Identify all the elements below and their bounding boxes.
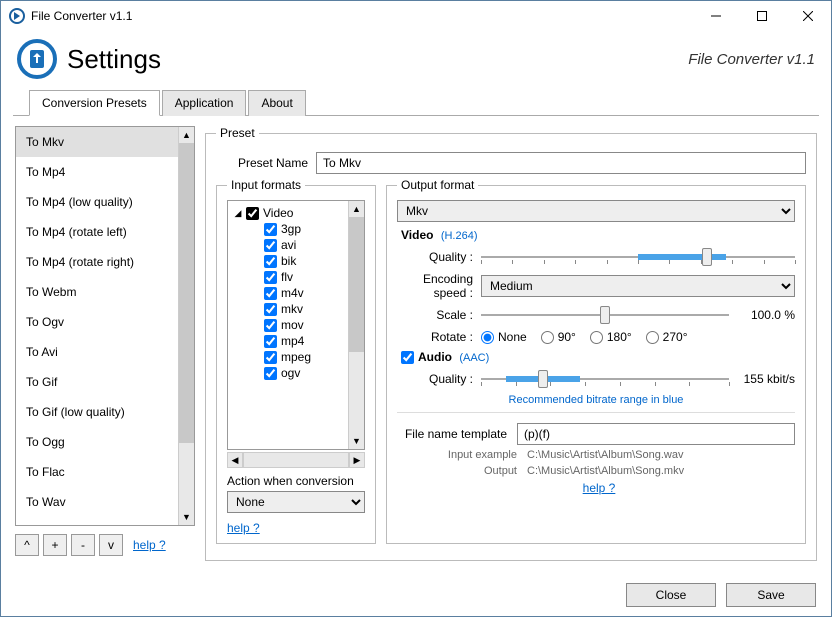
audio-quality-value: 155 kbit/s <box>735 372 795 386</box>
rotate-90[interactable]: 90° <box>541 330 576 344</box>
tab-application[interactable]: Application <box>162 90 247 116</box>
app-logo-icon <box>17 39 57 79</box>
input-formats-fieldset: Input formats ◢Video 3gp avi bik flv m4v… <box>216 178 376 544</box>
output-format-select[interactable]: Mkv <box>397 200 795 222</box>
filename-template-input[interactable] <box>517 423 795 445</box>
close-button[interactable] <box>785 1 831 31</box>
scale-slider[interactable] <box>481 304 729 326</box>
tree-item[interactable]: 3gp <box>232 221 360 237</box>
rotate-none[interactable]: None <box>481 330 527 344</box>
rotate-label: Rotate : <box>397 330 481 344</box>
tree-item[interactable]: avi <box>232 237 360 253</box>
scale-value: 100.0 % <box>735 308 795 322</box>
filename-template-label: File name template <box>397 427 517 441</box>
header: Settings File Converter v1.1 <box>1 31 831 89</box>
tab-conversion-presets[interactable]: Conversion Presets <box>29 90 160 116</box>
list-item[interactable]: To Mp3 <box>16 517 194 526</box>
preset-list[interactable]: To Mkv To Mp4 To Mp4 (low quality) To Mp… <box>15 126 195 526</box>
audio-quality-slider[interactable] <box>481 368 729 390</box>
list-item[interactable]: To Ogv <box>16 307 194 337</box>
collapse-icon[interactable]: ◢ <box>232 207 244 219</box>
encoding-speed-select[interactable]: Medium <box>481 275 795 297</box>
checkbox[interactable] <box>246 207 259 220</box>
tree-item[interactable]: mpeg <box>232 349 360 365</box>
audio-section-title: Audio <box>418 350 452 364</box>
video-codec-label: (H.264) <box>441 230 478 242</box>
list-item[interactable]: To Mp4 (rotate right) <box>16 247 194 277</box>
move-up-button[interactable]: ^ <box>15 534 39 556</box>
minimize-button[interactable] <box>693 1 739 31</box>
brand-label: File Converter v1.1 <box>161 51 815 68</box>
remove-button[interactable]: - <box>71 534 95 556</box>
list-item[interactable]: To Webm <box>16 277 194 307</box>
preset-list-scrollbar[interactable]: ▲▼ <box>178 127 194 525</box>
help-link[interactable]: help ? <box>227 521 260 535</box>
scale-label: Scale : <box>397 308 481 322</box>
video-section-title: Video <box>401 228 433 242</box>
rotate-radios: None 90° 180° 270° <box>481 330 795 344</box>
output-format-fieldset: Output format Mkv Video (H.264) Quality … <box>386 178 806 544</box>
move-down-button[interactable]: v <box>99 534 123 556</box>
list-item[interactable]: To Mkv <box>16 127 194 157</box>
page-title: Settings <box>67 44 161 75</box>
close-button[interactable]: Close <box>626 583 716 607</box>
input-example-label: Input example <box>397 449 527 461</box>
tree-item[interactable]: ogv <box>232 365 360 381</box>
footer: Close Save <box>0 573 832 617</box>
list-item[interactable]: To Avi <box>16 337 194 367</box>
tab-about[interactable]: About <box>248 90 305 116</box>
video-quality-label: Quality : <box>397 250 481 264</box>
recommended-note: Recommended bitrate range in blue <box>397 394 795 406</box>
action-select[interactable]: None <box>227 491 365 513</box>
tab-bar: Conversion Presets Application About <box>13 89 819 116</box>
app-icon <box>9 8 25 24</box>
save-button[interactable]: Save <box>726 583 816 607</box>
tree-item[interactable]: mp4 <box>232 333 360 349</box>
tree-item[interactable]: flv <box>232 269 360 285</box>
tree-hscrollbar[interactable]: ◀▶ <box>227 452 365 468</box>
list-item[interactable]: To Mp4 <box>16 157 194 187</box>
list-item[interactable]: To Mp4 (low quality) <box>16 187 194 217</box>
tree-scrollbar[interactable]: ▲▼ <box>348 201 364 449</box>
action-label: Action when conversion <box>227 474 365 488</box>
preset-legend: Preset <box>216 126 259 140</box>
help-link[interactable]: help ? <box>133 538 166 552</box>
tree-group-video[interactable]: ◢Video <box>232 205 360 221</box>
preset-name-input[interactable] <box>316 152 806 174</box>
tree-item[interactable]: m4v <box>232 285 360 301</box>
window-title: File Converter v1.1 <box>31 9 693 23</box>
preset-fieldset: Preset Preset Name Input formats ◢Video … <box>205 126 817 561</box>
tree-item[interactable]: bik <box>232 253 360 269</box>
list-item[interactable]: To Gif (low quality) <box>16 397 194 427</box>
output-example-label: Output <box>397 465 527 477</box>
list-item[interactable]: To Wav <box>16 487 194 517</box>
input-example-value: C:\Music\Artist\Album\Song.wav <box>527 449 684 461</box>
tree-item[interactable]: mov <box>232 317 360 333</box>
audio-codec-label: (AAC) <box>459 352 489 364</box>
list-item[interactable]: To Gif <box>16 367 194 397</box>
tree-item[interactable]: mkv <box>232 301 360 317</box>
input-formats-tree[interactable]: ◢Video 3gp avi bik flv m4v mkv mov mp4 m… <box>227 200 365 450</box>
rotate-180[interactable]: 180° <box>590 330 632 344</box>
rotate-270[interactable]: 270° <box>646 330 688 344</box>
output-format-legend: Output format <box>397 178 478 192</box>
add-button[interactable]: + <box>43 534 67 556</box>
list-item[interactable]: To Mp4 (rotate left) <box>16 217 194 247</box>
preset-name-label: Preset Name <box>216 156 316 170</box>
video-quality-slider[interactable] <box>481 246 795 268</box>
input-formats-legend: Input formats <box>227 178 305 192</box>
list-item[interactable]: To Flac <box>16 457 194 487</box>
audio-enable-checkbox[interactable] <box>401 351 414 364</box>
help-link[interactable]: help ? <box>583 481 616 495</box>
encoding-speed-label: Encoding speed : <box>397 272 481 300</box>
titlebar: File Converter v1.1 <box>1 1 831 31</box>
audio-quality-label: Quality : <box>397 372 481 386</box>
maximize-button[interactable] <box>739 1 785 31</box>
output-example-value: C:\Music\Artist\Album\Song.mkv <box>527 465 684 477</box>
list-item[interactable]: To Ogg <box>16 427 194 457</box>
